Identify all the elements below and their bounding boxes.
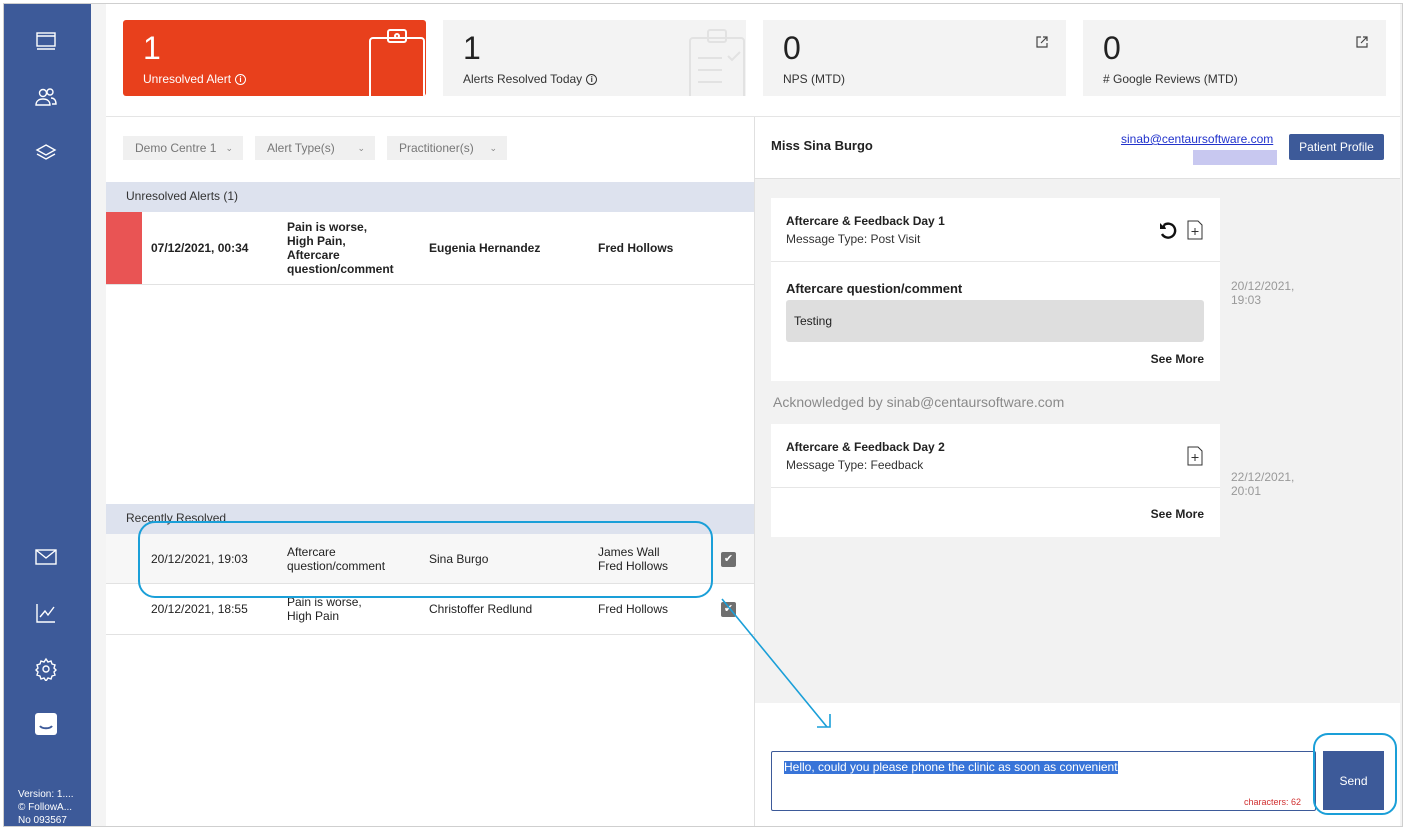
chart-icon[interactable] (33, 600, 59, 626)
table-row[interactable]: 20/12/2021, 18:55 Pain is worse, High Pa… (106, 584, 754, 635)
alert-patient: Sina Burgo (429, 552, 489, 566)
unresolved-alerts-heading: Unresolved Alerts (1) (106, 182, 754, 212)
main-content: 1 Unresolved Alert i 1 Alerts Resolved To… (106, 4, 1400, 826)
resolved-checkbox[interactable]: ✔ (721, 552, 736, 567)
number-line: No 093567 (18, 815, 67, 826)
alert-patient: Christoffer Redlund (429, 602, 533, 616)
stat-value: 0 (1103, 30, 1121, 66)
message-time: 22/12/2021, 20:01 (1231, 470, 1295, 498)
filter-centre[interactable]: Demo Centre 1 ⌄ (123, 136, 243, 160)
stat-card-unresolved[interactable]: 1 Unresolved Alert i (123, 20, 426, 96)
alert-datetime: 07/12/2021, 00:34 (151, 241, 249, 255)
table-row[interactable]: 20/12/2021, 19:03 Aftercare question/com… (106, 534, 754, 584)
alerts-panel: Demo Centre 1 ⌄ Alert Type(s) ⌄ Practition… (106, 117, 754, 826)
send-button[interactable]: Send (1323, 751, 1384, 810)
version-line: Version: 1.... (18, 789, 74, 800)
patient-name: Miss Sina Burgo (771, 138, 873, 153)
version-info: Version: 1.... © FollowA... No 093567 (18, 788, 84, 826)
app-window: Version: 1.... © FollowA... No 093567 1 … (3, 3, 1403, 827)
see-more-link[interactable]: See More (1151, 507, 1204, 521)
table-row[interactable]: 07/12/2021, 00:34 Pain is worse, High Pa… (106, 212, 754, 285)
undo-icon[interactable] (1158, 221, 1180, 241)
alert-patient: Eugenia Hernandez (429, 241, 541, 255)
see-more-link[interactable]: See More (1151, 352, 1204, 366)
email-highlight (1193, 150, 1277, 165)
alert-practitioners: James Wall Fred Hollows (598, 545, 669, 573)
alert-types: Aftercare question/comment (287, 545, 386, 573)
sidebar: Version: 1.... © FollowA... No 093567 (4, 4, 91, 826)
acknowledged-text: Acknowledged by sinab@centaursoftware.co… (773, 394, 1065, 410)
filter-practitioner[interactable]: Practitioner(s) ⌄ (387, 136, 507, 160)
clipboard-check-icon (689, 29, 745, 96)
chevron-down-icon: ⌄ (225, 143, 233, 153)
divider (771, 261, 1220, 262)
layers-icon[interactable] (33, 140, 59, 166)
divider (771, 487, 1220, 488)
reply-area: Hello, could you please phone the clinic… (755, 703, 1400, 826)
patient-header: Miss Sina Burgo sinab@centaursoftware.co… (755, 117, 1400, 179)
external-link-icon[interactable] (1036, 36, 1048, 48)
add-document-icon[interactable] (1187, 446, 1203, 466)
character-count: characters: 62 (1243, 797, 1301, 807)
alert-types: Pain is worse, High Pain (287, 595, 362, 623)
chevron-down-icon: ⌄ (489, 143, 497, 153)
message-title: Aftercare & Feedback Day 1 (786, 214, 945, 228)
alert-practitioner: Fred Hollows (598, 241, 674, 255)
stat-label: NPS (MTD) (783, 72, 845, 86)
dashboard-icon[interactable] (33, 28, 59, 54)
alert-datetime: 20/12/2021, 19:03 (151, 552, 248, 566)
priority-bar (106, 212, 142, 284)
patient-panel: Miss Sina Burgo sinab@centaursoftware.co… (755, 117, 1400, 826)
recently-resolved-heading: Recently Resolved (106, 504, 754, 534)
patient-profile-button[interactable]: Patient Profile (1289, 134, 1384, 160)
reply-text: Hello, could you please phone the clinic… (784, 760, 1118, 774)
info-icon[interactable]: i (586, 74, 598, 85)
reply-input[interactable]: Hello, could you please phone the clinic… (771, 751, 1316, 811)
stat-value: 1 (463, 30, 481, 66)
patients-icon[interactable] (33, 84, 59, 110)
alert-practitioner: Fred Hollows (598, 602, 669, 616)
resolved-checkbox[interactable]: ✔ (721, 602, 736, 617)
stat-card-google-reviews[interactable]: 0 # Google Reviews (MTD) (1083, 20, 1386, 96)
stat-card-resolved-today[interactable]: 1 Alerts Resolved Today i (443, 20, 746, 96)
message-type: Message Type: Feedback (786, 458, 924, 472)
message-card: Aftercare & Feedback Day 2 Message Type:… (771, 424, 1220, 537)
alert-types: Pain is worse, High Pain, Aftercare ques… (287, 220, 394, 276)
chevron-down-icon: ⌄ (357, 143, 365, 153)
stat-value: 1 (143, 30, 161, 66)
stat-label: # Google Reviews (MTD) (1103, 72, 1238, 86)
stat-value: 0 (783, 30, 801, 66)
patient-email-link[interactable]: sinab@centaursoftware.com (1121, 132, 1273, 146)
answer-box: Testing (786, 300, 1204, 342)
message-time: 20/12/2021, 19:03 (1231, 279, 1295, 307)
add-document-icon[interactable] (1187, 220, 1203, 240)
settings-icon[interactable] (33, 656, 59, 682)
question-title: Aftercare question/comment (786, 281, 963, 296)
stat-card-nps[interactable]: 0 NPS (MTD) (763, 20, 1066, 96)
message-type: Message Type: Post Visit (786, 232, 921, 246)
alert-datetime: 20/12/2021, 18:55 (151, 602, 248, 616)
message-card: Aftercare & Feedback Day 1 Message Type:… (771, 198, 1220, 381)
message-title: Aftercare & Feedback Day 2 (786, 440, 945, 454)
copyright-line: © FollowA... (18, 802, 73, 813)
info-icon[interactable]: i (235, 74, 247, 85)
answer-text: Testing (794, 314, 833, 328)
clipboard-icon (369, 29, 425, 96)
inbox-icon[interactable] (33, 711, 59, 737)
stat-label: Alerts Resolved Today i (463, 72, 598, 86)
stat-label: Unresolved Alert i (143, 72, 247, 86)
external-link-icon[interactable] (1356, 36, 1368, 48)
mail-icon[interactable] (33, 544, 59, 570)
filter-alert-type[interactable]: Alert Type(s) ⌄ (255, 136, 375, 160)
